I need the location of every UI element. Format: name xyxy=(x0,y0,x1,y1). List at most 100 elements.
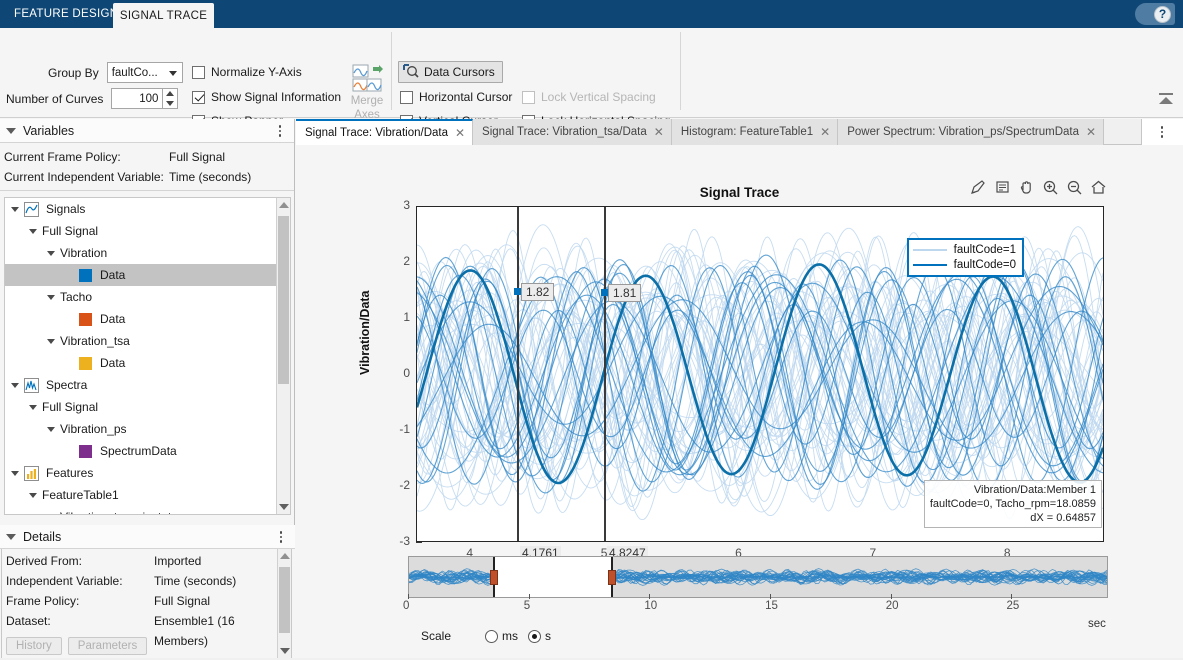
expand-twisty-icon[interactable] xyxy=(47,427,55,432)
panner-tick-mark xyxy=(408,594,409,599)
tree-item-data[interactable]: Data xyxy=(5,308,276,330)
normalize-y-axis-checkbox[interactable]: Normalize Y-Axis xyxy=(192,65,302,79)
close-icon[interactable]: ✕ xyxy=(455,126,465,140)
tree-item-tacho[interactable]: Tacho xyxy=(5,286,276,308)
merge-axes-button: Merge Axes xyxy=(340,64,394,122)
panner-tick-label: 0 xyxy=(403,600,409,612)
details-row: Derived From:Imported xyxy=(2,551,291,571)
collapse-twisty-icon[interactable] xyxy=(6,128,16,134)
tree-item-vibration[interactable]: Vibration xyxy=(5,242,276,264)
variables-tree-scrollbar[interactable] xyxy=(276,198,290,514)
panner-tick-mark xyxy=(891,594,892,599)
data-cursors-button[interactable]: Data Cursors xyxy=(398,61,503,83)
scrollbar-thumb[interactable] xyxy=(279,567,290,633)
tab-signal-trace[interactable]: SIGNAL TRACE xyxy=(113,3,214,28)
number-of-curves-stepper[interactable] xyxy=(163,88,178,109)
home-icon[interactable] xyxy=(1090,179,1107,196)
panner-strip[interactable] xyxy=(408,556,1108,598)
collapse-twisty-icon[interactable] xyxy=(6,534,16,540)
brush-icon[interactable] xyxy=(970,179,987,196)
tree-item-vibration-tsa[interactable]: Vibration_tsa xyxy=(5,330,276,352)
vertical-cursor-1[interactable] xyxy=(517,207,519,541)
tree-item-label: Features xyxy=(46,466,93,480)
scroll-down-arrow-icon[interactable] xyxy=(280,648,290,654)
details-scrollbar[interactable] xyxy=(277,549,291,658)
expand-twisty-icon[interactable] xyxy=(11,207,19,212)
zoom-out-icon[interactable] xyxy=(1066,179,1083,196)
collapse-bar xyxy=(1159,93,1173,95)
tree-item-label: Spectra xyxy=(46,378,87,392)
variables-panel-header: Variables xyxy=(0,119,294,143)
tree-item-data[interactable]: Data xyxy=(5,352,276,374)
document-tab-0[interactable]: Signal Trace: Vibration/Data✕ xyxy=(296,119,473,145)
close-icon[interactable]: ✕ xyxy=(1086,125,1096,139)
vertical-cursor-2[interactable] xyxy=(604,207,606,541)
tree-item-featuretable1[interactable]: FeatureTable1 xyxy=(5,484,276,506)
collapse-ribbon-button[interactable] xyxy=(1157,90,1175,110)
expand-twisty-icon[interactable] xyxy=(47,251,55,256)
expand-twisty-icon[interactable] xyxy=(11,383,19,388)
scale-ms-label: ms xyxy=(502,629,518,643)
y-axis-tick-label: -3 xyxy=(380,534,410,548)
kebab-dot xyxy=(1161,126,1164,129)
chart-legend[interactable]: faultCode=1 faultCode=0 xyxy=(907,238,1024,277)
scale-radio-s[interactable]: s xyxy=(528,629,551,643)
scroll-up-arrow-icon[interactable] xyxy=(279,202,289,208)
kebab-dot xyxy=(280,540,283,543)
scale-radio-ms[interactable]: ms xyxy=(485,629,518,643)
document-tab-2[interactable]: Histogram: FeatureTable1✕ xyxy=(672,119,838,145)
tree-item-features[interactable]: Features xyxy=(5,462,276,484)
horizontal-cursor-checkbox[interactable]: Horizontal Cursor xyxy=(400,90,512,104)
details-body: Derived From:ImportedIndependent Variabl… xyxy=(1,549,292,659)
close-icon[interactable]: ✕ xyxy=(654,125,664,139)
expand-twisty-icon[interactable] xyxy=(29,493,37,498)
tree-item-vibration-ps[interactable]: Vibration_ps xyxy=(5,418,276,440)
datatip-icon[interactable] xyxy=(994,179,1011,196)
expand-twisty-icon[interactable] xyxy=(47,295,55,300)
document-tabs-menu-button[interactable] xyxy=(1141,119,1183,145)
details-panel-menu-button[interactable] xyxy=(275,529,287,545)
current-frame-policy-value: Full Signal xyxy=(169,147,225,167)
panner-tick-label: 10 xyxy=(644,600,657,612)
scroll-up-arrow-icon[interactable] xyxy=(280,553,290,559)
plot-axes[interactable]: 1.82 1.81 faultCode=1 faultCode=0 xyxy=(416,206,1104,542)
expand-twisty-icon[interactable] xyxy=(47,515,55,516)
chevron-up-icon xyxy=(1159,97,1173,104)
group-by-dropdown[interactable]: faultCo... xyxy=(107,62,183,83)
expand-twisty-icon[interactable] xyxy=(11,471,19,476)
details-row-value: Imported xyxy=(154,551,201,571)
close-icon[interactable]: ✕ xyxy=(820,125,830,139)
tree-item-spectrumdata[interactable]: SpectrumData xyxy=(5,440,276,462)
pan-icon[interactable] xyxy=(1018,179,1035,196)
panner-left-handle[interactable] xyxy=(490,570,498,585)
panner-right-handle[interactable] xyxy=(608,570,616,585)
expand-twisty-icon[interactable] xyxy=(29,229,37,234)
document-tab-3[interactable]: Power Spectrum: Vibration_ps/SpectrumDat… xyxy=(838,119,1104,145)
expand-twisty-icon[interactable] xyxy=(47,339,55,344)
variables-panel-menu-button[interactable] xyxy=(274,123,286,139)
details-row: Frame Policy:Full Signal xyxy=(2,591,291,611)
group-by-value: faultCo... xyxy=(112,67,158,79)
tree-item-vibration-tsa-sigstats[interactable]: Vibration_tsa_sigstats xyxy=(5,506,276,515)
tree-item-full-signal[interactable]: Full Signal xyxy=(5,220,276,242)
details-panel: Details Derived From:ImportedIndependent… xyxy=(0,525,295,660)
panner-selection-window[interactable] xyxy=(493,557,613,597)
legend-entry-faultcode-0: faultCode=0 xyxy=(913,259,1016,271)
tree-item-spectra[interactable]: Spectra xyxy=(5,374,276,396)
help-button[interactable]: ? xyxy=(1135,3,1175,25)
number-of-curves-input[interactable]: 100 xyxy=(111,88,163,109)
document-tab-1[interactable]: Signal Trace: Vibration_tsa/Data✕ xyxy=(473,119,672,145)
tree-item-data[interactable]: Data xyxy=(5,264,276,286)
show-signal-information-checkbox[interactable]: Show Signal Information xyxy=(192,90,341,104)
zoom-in-icon[interactable] xyxy=(1042,179,1059,196)
scroll-down-arrow-icon[interactable] xyxy=(279,504,289,510)
normalize-y-axis-label: Normalize Y-Axis xyxy=(211,65,302,79)
panner-tick-label: 20 xyxy=(886,600,899,612)
tree-item-full-signal[interactable]: Full Signal xyxy=(5,396,276,418)
tree-item-signals[interactable]: Signals xyxy=(5,198,276,220)
current-independent-variable-key: Current Independent Variable: xyxy=(4,167,169,187)
y-axis-tick-label: 0 xyxy=(380,366,410,380)
expand-twisty-icon[interactable] xyxy=(29,405,37,410)
scrollbar-thumb[interactable] xyxy=(278,216,289,384)
panner-tick-mark xyxy=(1011,594,1012,599)
